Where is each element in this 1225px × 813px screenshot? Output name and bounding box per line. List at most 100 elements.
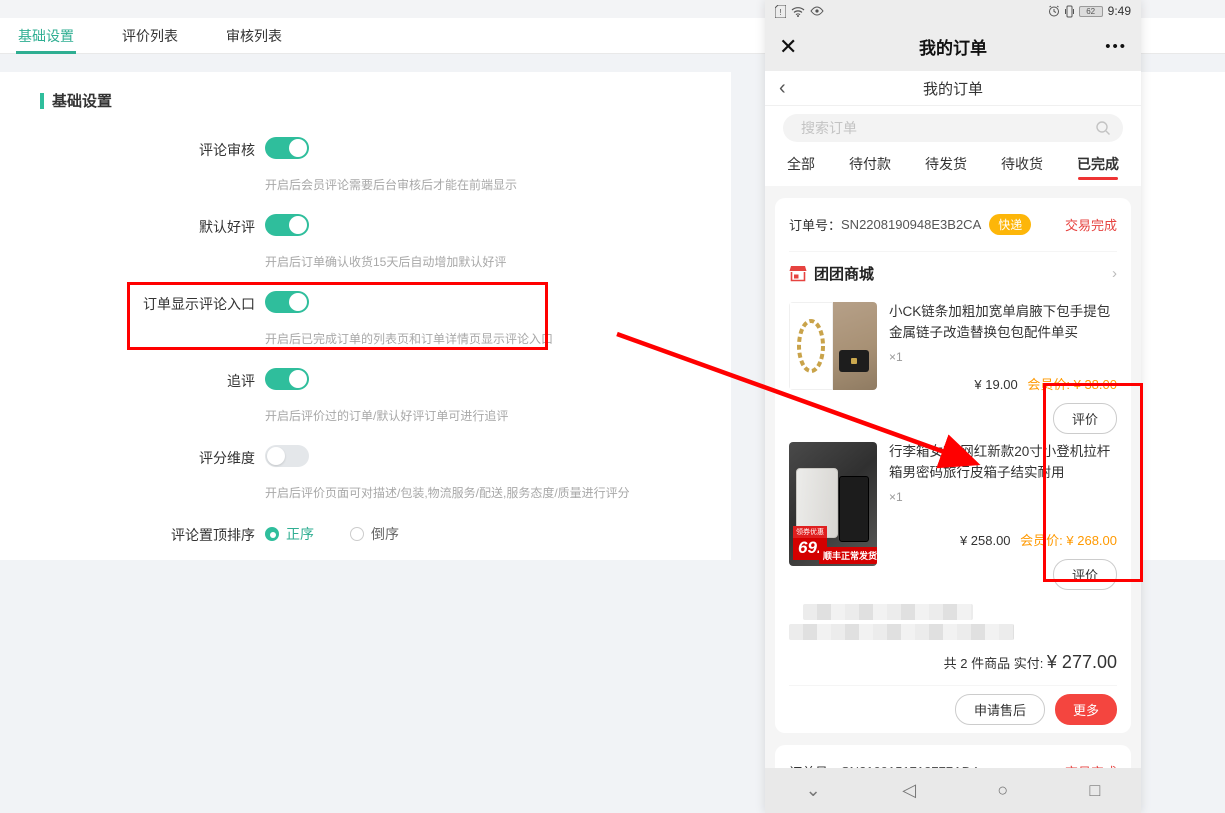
sort-asc-radio[interactable]: 正序 [265, 524, 314, 544]
tab-pending-receipt[interactable]: 待收货 [1001, 154, 1043, 186]
android-home-icon[interactable]: ○ [997, 780, 1008, 801]
tab-pending-payment[interactable]: 待付款 [849, 154, 891, 186]
basic-settings-panel: 基础设置 评论审核 开启后会员评论需要后台审核后才能在前端显示 默认好评 开启后… [0, 72, 731, 560]
gold-chain-graphic [794, 316, 828, 376]
section-title: 基础设置 [40, 90, 731, 111]
sort-desc-radio[interactable]: 倒序 [350, 524, 399, 544]
setting-label: 追评 [40, 368, 255, 424]
close-icon[interactable]: ✕ [779, 34, 849, 60]
battery-icon: 62 [1079, 6, 1103, 17]
sub-nav-title: 我的订单 [839, 78, 1067, 99]
order-review-entry-toggle[interactable] [265, 291, 309, 313]
alarm-icon [1048, 5, 1060, 17]
product-qty: ×1 [889, 490, 1117, 504]
android-back-icon[interactable]: ◁ [902, 780, 916, 801]
sdcard-alert-icon: ! [775, 5, 786, 18]
setting-label: 评论置顶排序 [40, 522, 255, 545]
tab-basic-settings[interactable]: 基础设置 [18, 18, 74, 54]
setting-row-order-review-entry: 订单显示评论入口 开启后已完成订单的列表页和订单详情页显示评论入口 [40, 291, 731, 347]
order-card-1: 订单号： SN2208190948E3B2CA 快递 交易完成 团团商城 › 小… [775, 198, 1131, 733]
setting-desc: 开启后会员评论需要后台审核后才能在前端显示 [265, 176, 517, 193]
tab-pending-shipment[interactable]: 待发货 [925, 154, 967, 186]
status-time: 9:49 [1108, 4, 1131, 18]
tab-completed[interactable]: 已完成 [1077, 154, 1119, 186]
product-price: ¥ 19.00 [974, 377, 1017, 392]
setting-row-rating-dimension: 评分维度 开启后评价页面可对描述/包装,物流服务/配送,服务态度/质量进行评分 [40, 445, 731, 501]
product-image-chain-bag [789, 302, 877, 390]
hide-nav-icon[interactable]: ⌄ [806, 780, 821, 801]
order-status: 交易完成 [1065, 215, 1117, 234]
shop-icon [789, 265, 807, 282]
order-no-label: 订单号： [789, 215, 841, 234]
phone-status-bar: ! 62 9:49 [765, 0, 1141, 22]
phone-screenshot: ! 62 9:49 ✕ 我的订单 ••• ‹ 我的订单 搜索订单 全部 待付款 … [765, 0, 1141, 813]
member-price: 会员价: ¥ 268.00 [1020, 533, 1117, 548]
rating-dimension-toggle[interactable] [265, 445, 309, 467]
setting-desc: 开启后已完成订单的列表页和订单详情页显示评论入口 [265, 330, 553, 347]
android-nav-bar: ⌄ ◁ ○ □ [765, 768, 1141, 813]
setting-label: 订单显示评论入口 [40, 291, 255, 347]
after-sale-button[interactable]: 申请售后 [955, 694, 1045, 725]
chevron-right-icon: › [1112, 265, 1117, 282]
back-chevron-icon[interactable]: ‹ [779, 78, 839, 98]
product-qty: ×1 [889, 350, 1117, 364]
setting-desc: 开启后评价过的订单/默认好评订单可进行追评 [265, 407, 508, 424]
product-title: 小CK链条加粗加宽单肩腋下包手提包金属链子改造替换包包配件单买 [889, 302, 1117, 344]
default-good-review-toggle[interactable] [265, 214, 309, 236]
setting-row-comment-sort: 评论置顶排序 正序 倒序 [40, 522, 731, 545]
order-item-1[interactable]: 小CK链条加粗加宽单肩腋下包手提包金属链子改造替换包包配件单买 ×1 ¥ 19.… [789, 302, 1117, 434]
comment-audit-toggle[interactable] [265, 137, 309, 159]
shop-name: 团团商城 [814, 263, 874, 284]
admin-card-right-patch [1141, 72, 1225, 560]
radio-dot-icon [265, 527, 279, 541]
setting-row-default-good-review: 默认好评 开启后订单确认收货15天后自动增加默认好评 [40, 214, 731, 270]
blurred-private-text [789, 604, 1014, 640]
phone-title-bar: ✕ 我的订单 ••• [765, 22, 1141, 71]
radio-label: 倒序 [371, 524, 399, 544]
order-total-label: 共 2 件商品 实付: [944, 656, 1047, 671]
search-placeholder: 搜索订单 [801, 118, 1095, 138]
svg-text:!: ! [779, 8, 781, 17]
setting-desc: 开启后评价页面可对描述/包装,物流服务/配送,服务态度/质量进行评分 [265, 484, 630, 501]
product-price: ¥ 258.00 [960, 533, 1011, 548]
shipping-banner: 顺丰正常发货 [819, 547, 877, 564]
setting-label: 评分维度 [40, 445, 255, 501]
setting-label: 默认好评 [40, 214, 255, 270]
member-price: 会员价: ¥ 38.00 [1027, 377, 1117, 392]
android-recents-icon[interactable]: □ [1089, 780, 1100, 801]
setting-desc: 开启后订单确认收货15天后自动增加默认好评 [265, 253, 506, 270]
review-button-2[interactable]: 评价 [1053, 559, 1117, 590]
tab-review-list[interactable]: 评价列表 [122, 18, 178, 54]
wifi-icon [791, 6, 805, 17]
product-title: 行李箱女ins网红新款20寸小登机拉杆箱男密码旅行皮箱子结实耐用 [889, 442, 1117, 484]
tab-all[interactable]: 全部 [787, 154, 815, 186]
order-footer-actions: 申请售后 更多 [789, 685, 1117, 733]
radio-dot-icon [350, 527, 364, 541]
order-total-row: 共 2 件商品 实付: ¥ 277.00 [789, 640, 1117, 685]
comment-sort-radio-group: 正序 倒序 [265, 522, 399, 544]
more-menu-icon[interactable]: ••• [1057, 38, 1127, 55]
section-title-text: 基础设置 [52, 90, 112, 111]
phone-sub-nav: ‹ 我的订单 [765, 71, 1141, 106]
search-icon [1095, 120, 1111, 136]
section-title-bar [40, 93, 44, 109]
phone-page-title: 我的订单 [849, 34, 1057, 59]
order-total-amount: ¥ 277.00 [1047, 652, 1117, 672]
tab-audit-list[interactable]: 审核列表 [226, 18, 282, 54]
order-header: 订单号： SN2208190948E3B2CA 快递 交易完成 [789, 198, 1117, 252]
radio-label: 正序 [286, 524, 314, 544]
express-badge: 快递 [989, 214, 1031, 235]
review-button-1[interactable]: 评价 [1053, 403, 1117, 434]
shop-row[interactable]: 团团商城 › [789, 252, 1117, 294]
setting-row-comment-audit: 评论审核 开启后会员评论需要后台审核后才能在前端显示 [40, 137, 731, 193]
order-status-tabs: 全部 待付款 待发货 待收货 已完成 [765, 148, 1141, 186]
more-button[interactable]: 更多 [1055, 694, 1117, 725]
order-item-2[interactable]: 领券优惠 69. 顺丰正常发货 行李箱女ins网红新款20寸小登机拉杆箱男密码旅… [789, 442, 1117, 590]
setting-row-follow-up-review: 追评 开启后评价过的订单/默认好评订单可进行追评 [40, 368, 731, 424]
coupon-tag: 领券优惠 [793, 526, 827, 538]
order-no-value: SN2208190948E3B2CA [841, 217, 981, 232]
follow-up-review-toggle[interactable] [265, 368, 309, 390]
search-input[interactable]: 搜索订单 [783, 114, 1123, 142]
setting-label: 评论审核 [40, 137, 255, 193]
product-image-luggage: 领券优惠 69. 顺丰正常发货 [789, 442, 877, 566]
